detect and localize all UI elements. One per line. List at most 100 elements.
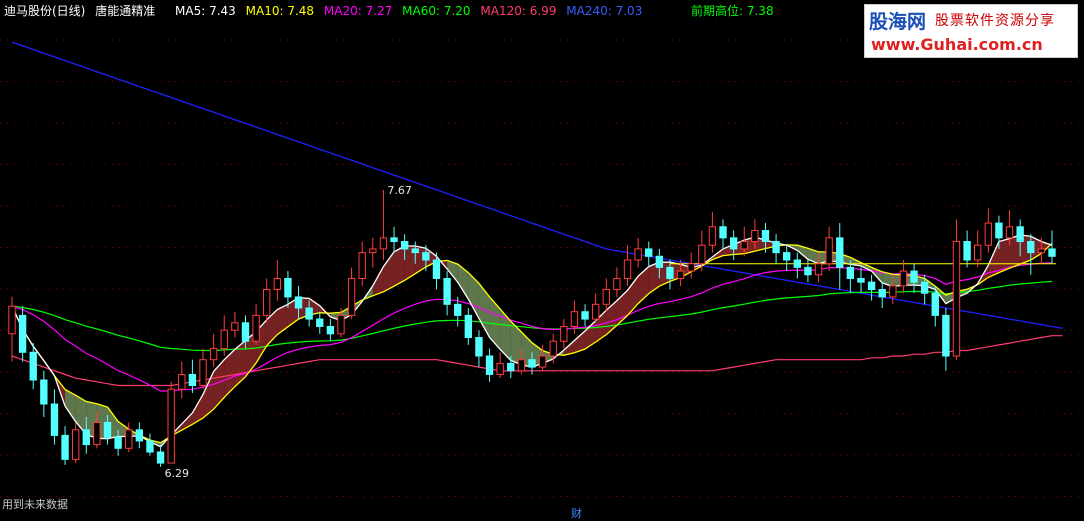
logo-tagline: 股票软件资源分享	[935, 13, 1055, 29]
logo-url: www.Guhai.com.cn	[871, 35, 1043, 54]
candle-body	[475, 337, 483, 357]
candle-body	[623, 259, 632, 279]
candle-body	[400, 241, 409, 250]
candle-body	[740, 241, 748, 250]
chart-header: 迪马股份(日线) 唐能通精准 MA5: 7.43 MA10: 7.48 MA20…	[4, 2, 648, 19]
candle-body	[167, 388, 175, 464]
prev-high-label: 前期高位: 7.38	[691, 4, 774, 18]
candle-body	[857, 277, 865, 283]
candle-body	[199, 359, 207, 387]
candle-body	[485, 355, 494, 375]
candle-body	[804, 266, 812, 276]
future-data-note: 用到未来数据	[2, 498, 68, 511]
ma-band-segment	[457, 264, 469, 300]
candle-body	[687, 263, 695, 272]
candle-body	[655, 255, 664, 268]
candle-body	[528, 359, 536, 368]
candle-body	[347, 277, 356, 316]
ma-band-segment	[372, 266, 384, 296]
candle-body	[40, 379, 48, 405]
candle-body	[984, 222, 993, 246]
candle-body	[125, 429, 133, 449]
candle-body	[889, 285, 897, 298]
candle-body	[50, 403, 59, 436]
candle-body	[634, 248, 642, 261]
candle-body	[220, 329, 228, 350]
candle-body	[836, 237, 844, 268]
candle-body	[920, 281, 929, 294]
ma5-value: MA5: 7.43	[175, 4, 236, 18]
candle-body	[326, 325, 335, 335]
ma-band-segment	[213, 359, 225, 410]
candle-body	[952, 241, 961, 357]
candle-body	[454, 303, 462, 316]
candle-body	[432, 259, 441, 279]
ma60-value: MA60: 7.20	[402, 4, 471, 18]
candle-body	[995, 222, 1003, 239]
candle-body	[464, 314, 473, 339]
candle-body	[931, 292, 939, 316]
candle-body	[602, 289, 610, 305]
low-price-label: 6.29	[165, 467, 190, 480]
ma-band-segment	[585, 320, 596, 349]
candle-body	[645, 248, 653, 257]
candle-body	[825, 237, 833, 265]
candle-body	[358, 252, 366, 279]
candle-body	[390, 237, 398, 243]
ma120-value: MA120: 6.99	[480, 4, 557, 18]
candle-body	[761, 229, 770, 243]
candle-body	[1037, 248, 1046, 254]
candle-body	[591, 303, 600, 320]
candle-body	[61, 434, 69, 460]
candle-body	[156, 451, 165, 464]
candle-body	[29, 351, 37, 381]
candle-body	[783, 252, 791, 261]
candle-body	[974, 244, 982, 261]
stock-chart[interactable]: 7.67 6.29	[0, 0, 1084, 519]
candle-body	[846, 266, 855, 279]
candle-body	[549, 340, 557, 357]
candle-body	[910, 270, 918, 283]
candle-body	[613, 277, 621, 291]
candle-body	[581, 311, 589, 320]
ma10-value: MA10: 7.48	[245, 4, 315, 18]
candle-body	[942, 314, 950, 357]
indicator-name: 唐能通精准	[95, 4, 156, 18]
ma-band-segment	[510, 321, 522, 365]
ma-band-segment	[468, 272, 479, 319]
ma-band-segment	[224, 349, 235, 398]
site-logo: 股海网 股票软件资源分享 www.Guhai.com.cn	[864, 4, 1078, 58]
candle-body	[18, 314, 27, 353]
grid-lines	[0, 39, 1084, 497]
candle-body	[252, 314, 260, 342]
stock-name: 迪马股份(日线)	[4, 4, 86, 18]
candle-body	[570, 311, 579, 327]
ma-band-segment	[383, 251, 395, 292]
candle-body	[666, 266, 674, 279]
candle-body	[209, 348, 218, 361]
moving-average-lines	[11, 41, 1063, 448]
candle-body	[422, 252, 430, 261]
candle-body	[231, 322, 239, 331]
ma-band-segment	[394, 245, 405, 287]
candle-body	[71, 429, 80, 460]
candle-body	[708, 226, 717, 246]
candle-body	[496, 362, 504, 375]
high-price-label: 7.67	[387, 184, 412, 197]
candle-body	[273, 277, 281, 291]
candle-body	[316, 318, 324, 327]
candle-body	[188, 373, 197, 387]
candle-body	[772, 241, 780, 254]
candle-body	[719, 226, 727, 239]
candle-body	[878, 289, 886, 298]
candle-body	[379, 237, 388, 250]
candle-body	[538, 355, 547, 368]
ma240-value: MA240: 7.03	[566, 4, 643, 18]
candle-body	[507, 362, 515, 372]
candle-body	[899, 270, 908, 287]
candle-body	[1016, 226, 1024, 243]
candle-body	[284, 277, 292, 298]
candle-body	[1005, 226, 1014, 239]
candle-body	[263, 289, 271, 316]
logo-site-name: 股海网	[869, 11, 927, 33]
